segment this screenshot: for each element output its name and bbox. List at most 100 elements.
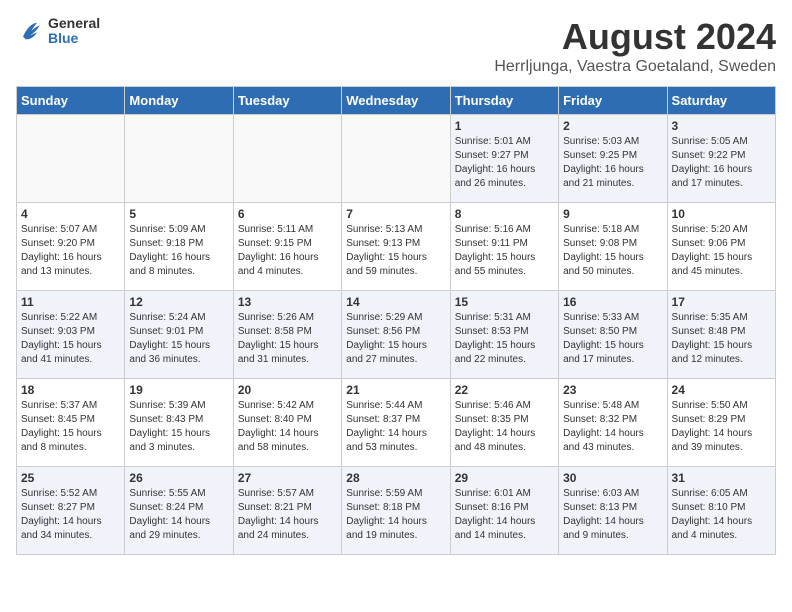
cell-content: Sunrise: 5:48 AM Sunset: 8:32 PM Dayligh… — [563, 399, 662, 455]
day-number: 4 — [21, 207, 120, 221]
day-number: 26 — [129, 471, 228, 485]
calendar-cell: 2 Sunrise: 5:03 AM Sunset: 9:25 PM Daylig… — [559, 115, 667, 203]
calendar-week-row: 1 Sunrise: 5:01 AM Sunset: 9:27 PM Daylig… — [17, 115, 776, 203]
calendar-week-row: 4 Sunrise: 5:07 AM Sunset: 9:20 PM Daylig… — [17, 203, 776, 291]
calendar-cell: 25 Sunrise: 5:52 AM Sunset: 8:27 PM Dayli… — [17, 467, 125, 555]
col-wednesday: Wednesday — [342, 87, 450, 115]
calendar-cell: 30 Sunrise: 6:03 AM Sunset: 8:13 PM Dayli… — [559, 467, 667, 555]
header-area: General Blue August 2024 Herrljunga, Vae… — [16, 16, 776, 76]
calendar-cell: 11 Sunrise: 5:22 AM Sunset: 9:03 PM Dayli… — [17, 291, 125, 379]
calendar-cell: 21 Sunrise: 5:44 AM Sunset: 8:37 PM Dayli… — [342, 379, 450, 467]
cell-content: Sunrise: 5:42 AM Sunset: 8:40 PM Dayligh… — [238, 399, 337, 455]
cell-content: Sunrise: 5:50 AM Sunset: 8:29 PM Dayligh… — [672, 399, 771, 455]
cell-content: Sunrise: 5:07 AM Sunset: 9:20 PM Dayligh… — [21, 223, 120, 279]
cell-content: Sunrise: 5:44 AM Sunset: 8:37 PM Dayligh… — [346, 399, 445, 455]
day-number: 21 — [346, 383, 445, 397]
col-friday: Friday — [559, 87, 667, 115]
calendar-cell: 26Sunrise: 5:55 AM Sunset: 8:24 PM Dayli… — [125, 467, 233, 555]
cell-content: Sunrise: 5:13 AM Sunset: 9:13 PM Dayligh… — [346, 223, 445, 279]
cell-content: Sunrise: 5:16 AM Sunset: 9:11 PM Dayligh… — [455, 223, 554, 279]
day-number: 24 — [672, 383, 771, 397]
calendar-cell: 31 Sunrise: 6:05 AM Sunset: 8:10 PM Dayli… — [667, 467, 775, 555]
calendar-cell: 19 Sunrise: 5:39 AM Sunset: 8:43 PM Dayli… — [125, 379, 233, 467]
day-number: 13 — [238, 295, 337, 309]
calendar-cell: 27Sunrise: 5:57 AM Sunset: 8:21 PM Dayli… — [233, 467, 341, 555]
cell-content: Sunrise: 6:03 AM Sunset: 8:13 PM Dayligh… — [563, 487, 662, 543]
day-number: 25 — [21, 471, 120, 485]
day-number: 17 — [672, 295, 771, 309]
calendar-cell: 24 Sunrise: 5:50 AM Sunset: 8:29 PM Dayli… — [667, 379, 775, 467]
calendar-cell: 5Sunrise: 5:09 AM Sunset: 9:18 PM Daylig… — [125, 203, 233, 291]
calendar-body: 1 Sunrise: 5:01 AM Sunset: 9:27 PM Daylig… — [17, 115, 776, 555]
calendar-cell: 20Sunrise: 5:42 AM Sunset: 8:40 PM Dayli… — [233, 379, 341, 467]
cell-content: Sunrise: 5:31 AM Sunset: 8:53 PM Dayligh… — [455, 311, 554, 367]
day-number: 22 — [455, 383, 554, 397]
calendar-cell: 23 Sunrise: 5:48 AM Sunset: 8:32 PM Dayli… — [559, 379, 667, 467]
cell-content: Sunrise: 5:37 AM Sunset: 8:45 PM Dayligh… — [21, 399, 120, 455]
cell-content: Sunrise: 5:39 AM Sunset: 8:43 PM Dayligh… — [129, 399, 228, 455]
day-number: 18 — [21, 383, 120, 397]
calendar-cell: 4 Sunrise: 5:07 AM Sunset: 9:20 PM Daylig… — [17, 203, 125, 291]
calendar-cell — [342, 115, 450, 203]
cell-content: Sunrise: 5:57 AM Sunset: 8:21 PM Dayligh… — [238, 487, 337, 543]
day-number: 7 — [346, 207, 445, 221]
calendar-cell: 15 Sunrise: 5:31 AM Sunset: 8:53 PM Dayli… — [450, 291, 558, 379]
day-number: 15 — [455, 295, 554, 309]
day-number: 1 — [455, 119, 554, 133]
cell-content: Sunrise: 5:18 AM Sunset: 9:08 PM Dayligh… — [563, 223, 662, 279]
calendar-cell — [233, 115, 341, 203]
calendar-subtitle: Herrljunga, Vaestra Goetaland, Sweden — [494, 58, 776, 76]
calendar-table: Sunday Monday Tuesday Wednesday Thursday… — [16, 86, 776, 555]
cell-content: Sunrise: 5:35 AM Sunset: 8:48 PM Dayligh… — [672, 311, 771, 367]
calendar-header: Sunday Monday Tuesday Wednesday Thursday… — [17, 87, 776, 115]
cell-content: Sunrise: 6:05 AM Sunset: 8:10 PM Dayligh… — [672, 487, 771, 543]
calendar-cell: 1 Sunrise: 5:01 AM Sunset: 9:27 PM Daylig… — [450, 115, 558, 203]
calendar-cell: 22Sunrise: 5:46 AM Sunset: 8:35 PM Dayli… — [450, 379, 558, 467]
day-number: 31 — [672, 471, 771, 485]
cell-content: Sunrise: 5:24 AM Sunset: 9:01 PM Dayligh… — [129, 311, 228, 367]
day-number: 19 — [129, 383, 228, 397]
cell-content: Sunrise: 5:05 AM Sunset: 9:22 PM Dayligh… — [672, 135, 771, 191]
days-header-row: Sunday Monday Tuesday Wednesday Thursday… — [17, 87, 776, 115]
day-number: 3 — [672, 119, 771, 133]
cell-content: Sunrise: 5:59 AM Sunset: 8:18 PM Dayligh… — [346, 487, 445, 543]
calendar-week-row: 18 Sunrise: 5:37 AM Sunset: 8:45 PM Dayli… — [17, 379, 776, 467]
calendar-week-row: 25 Sunrise: 5:52 AM Sunset: 8:27 PM Dayli… — [17, 467, 776, 555]
calendar-cell: 10 Sunrise: 5:20 AM Sunset: 9:06 PM Dayli… — [667, 203, 775, 291]
calendar-title: August 2024 — [494, 16, 776, 58]
col-monday: Monday — [125, 87, 233, 115]
calendar-week-row: 11 Sunrise: 5:22 AM Sunset: 9:03 PM Dayli… — [17, 291, 776, 379]
col-saturday: Saturday — [667, 87, 775, 115]
day-number: 2 — [563, 119, 662, 133]
cell-content: Sunrise: 5:11 AM Sunset: 9:15 PM Dayligh… — [238, 223, 337, 279]
calendar-cell: 8 Sunrise: 5:16 AM Sunset: 9:11 PM Daylig… — [450, 203, 558, 291]
cell-content: Sunrise: 5:33 AM Sunset: 8:50 PM Dayligh… — [563, 311, 662, 367]
day-number: 14 — [346, 295, 445, 309]
calendar-cell: 16 Sunrise: 5:33 AM Sunset: 8:50 PM Dayli… — [559, 291, 667, 379]
logo-bird-icon — [16, 17, 44, 45]
day-number: 11 — [21, 295, 120, 309]
calendar-cell: 7 Sunrise: 5:13 AM Sunset: 9:13 PM Daylig… — [342, 203, 450, 291]
cell-content: Sunrise: 5:22 AM Sunset: 9:03 PM Dayligh… — [21, 311, 120, 367]
day-number: 23 — [563, 383, 662, 397]
cell-content: Sunrise: 5:52 AM Sunset: 8:27 PM Dayligh… — [21, 487, 120, 543]
logo-general-label: General — [48, 16, 100, 31]
day-number: 16 — [563, 295, 662, 309]
cell-content: Sunrise: 5:20 AM Sunset: 9:06 PM Dayligh… — [672, 223, 771, 279]
calendar-cell: 13Sunrise: 5:26 AM Sunset: 8:58 PM Dayli… — [233, 291, 341, 379]
day-number: 10 — [672, 207, 771, 221]
calendar-cell — [17, 115, 125, 203]
cell-content: Sunrise: 5:01 AM Sunset: 9:27 PM Dayligh… — [455, 135, 554, 191]
logo-text: General Blue — [48, 16, 100, 47]
calendar-cell: 29Sunrise: 6:01 AM Sunset: 8:16 PM Dayli… — [450, 467, 558, 555]
calendar-cell: 14Sunrise: 5:29 AM Sunset: 8:56 PM Dayli… — [342, 291, 450, 379]
day-number: 9 — [563, 207, 662, 221]
day-number: 8 — [455, 207, 554, 221]
day-number: 28 — [346, 471, 445, 485]
cell-content: Sunrise: 5:03 AM Sunset: 9:25 PM Dayligh… — [563, 135, 662, 191]
col-sunday: Sunday — [17, 87, 125, 115]
cell-content: Sunrise: 5:09 AM Sunset: 9:18 PM Dayligh… — [129, 223, 228, 279]
day-number: 30 — [563, 471, 662, 485]
logo: General Blue — [16, 16, 100, 47]
calendar-cell: 3 Sunrise: 5:05 AM Sunset: 9:22 PM Daylig… — [667, 115, 775, 203]
